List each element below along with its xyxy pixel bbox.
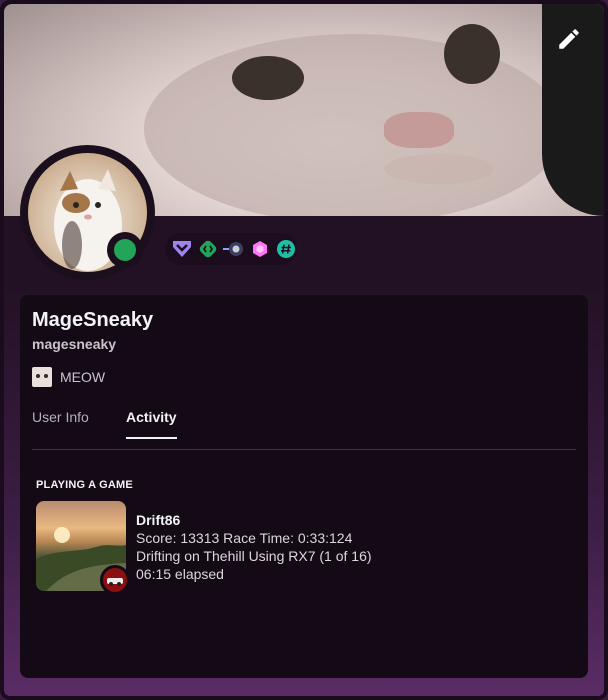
tab-activity[interactable]: Activity: [126, 409, 177, 439]
nitro-boost-icon[interactable]: [249, 238, 271, 260]
custom-status-text: MEOW: [60, 369, 106, 385]
tab-user-info[interactable]: User Info: [32, 409, 89, 437]
online-status-dot: [114, 239, 136, 261]
avatar[interactable]: [20, 145, 155, 280]
username[interactable]: magesneaky: [32, 336, 116, 352]
activity-state-line: Drifting on Thehill Using RX7 (1 of 16): [136, 548, 372, 564]
status-indicator: [107, 232, 143, 268]
profile-tabs: User Info Activity: [32, 407, 576, 450]
badge-list: [165, 233, 297, 265]
activity-details: Drift86 Score: 13313 Race Time: 0:33:124…: [136, 511, 372, 583]
hypesquad-icon[interactable]: [171, 238, 193, 260]
pencil-icon: [559, 29, 579, 49]
profile-card: MageSneaky magesneaky MEOW User Info Act…: [20, 295, 588, 678]
activity-section-title: PLAYING A GAME: [36, 479, 133, 491]
edit-profile-button[interactable]: [542, 4, 604, 216]
activity-elapsed: 06:15 elapsed: [136, 566, 224, 582]
custom-status: MEOW: [32, 367, 105, 387]
profile-popout: MageSneaky magesneaky MEOW User Info Act…: [0, 0, 608, 700]
active-developer-icon[interactable]: [197, 238, 219, 260]
originally-known-as-icon[interactable]: [275, 238, 297, 260]
cat-face-icon: [32, 367, 52, 387]
display-name[interactable]: MageSneaky: [32, 309, 153, 332]
activity-details-line: Score: 13313 Race Time: 0:33:124: [136, 530, 353, 546]
game-small-image: [100, 565, 130, 595]
game-name: Drift86: [136, 512, 181, 528]
quest-icon[interactable]: [223, 238, 245, 260]
